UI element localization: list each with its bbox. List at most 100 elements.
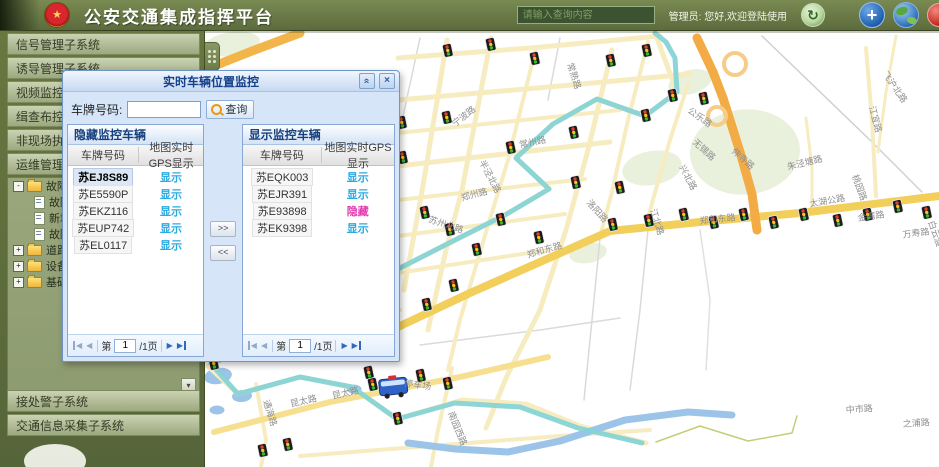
plate-value: 苏EK9398	[252, 219, 312, 237]
prev-page-icon[interactable]: ◀	[261, 341, 267, 350]
page-prefix: 第	[276, 338, 286, 353]
table-header: 车牌号码 地图实时GPS显示	[68, 145, 203, 166]
plate-value: 苏E5590P	[73, 185, 133, 203]
app-window: 宁波路常熟路常州路半泾北路郑州路洛阳路江北路郑和东路郑和东路苏州北路太湖公路朱泾…	[0, 0, 939, 467]
col-plate: 车牌号码	[243, 147, 322, 163]
last-page-icon[interactable]: ▶	[177, 341, 186, 350]
show-link[interactable]: 显示	[160, 206, 182, 218]
sidebar-bottom: 接处警子系统 交通信息采集子系统	[7, 390, 200, 438]
show-link[interactable]: 显示	[347, 172, 369, 184]
table-row[interactable]: 苏EUP742 显示	[68, 219, 203, 236]
table-row[interactable]: 苏EJ8S89 显示	[68, 168, 203, 185]
top-header: ★ 公安交通集成指挥平台 管理员: 您好,欢迎登陆使用 ↻ +	[0, 0, 939, 31]
plate-value: 苏EQK003	[251, 168, 314, 186]
header-actions: 管理员: 您好,欢迎登陆使用 ↻ +	[517, 0, 939, 30]
show-link[interactable]: 显示	[160, 172, 182, 184]
table-row[interactable]: 苏E93898 隐藏	[243, 202, 394, 219]
header-shade	[0, 0, 40, 30]
table-row[interactable]: 苏EL0117 显示	[68, 236, 203, 253]
plate-search-row: 车牌号码: 查询	[67, 96, 395, 122]
transfer-buttons: >> <<	[204, 124, 241, 357]
first-page-icon[interactable]: ◀	[248, 341, 257, 350]
query-button[interactable]: 查询	[206, 100, 254, 119]
pager: ◀ ◀ 第 /1页 ▶ ▶	[68, 334, 203, 356]
page-input[interactable]	[114, 339, 136, 353]
close-button[interactable]: ×	[379, 73, 395, 89]
plate-input[interactable]	[127, 101, 201, 118]
last-page-icon[interactable]: ▶	[352, 341, 361, 350]
plate-value: 苏EUP742	[72, 219, 134, 237]
folder-icon	[27, 245, 42, 256]
expand-box-icon[interactable]: +	[13, 277, 24, 288]
alert-icon[interactable]	[927, 3, 939, 27]
hidden-vehicles-panel: 隐藏监控车辆 车牌号码 地图实时GPS显示 苏EJ8S89 显示 苏E5590P…	[67, 124, 204, 357]
move-left-button[interactable]: <<	[210, 245, 236, 261]
table-row[interactable]: 苏EK9398 显示	[243, 219, 394, 236]
police-emblem-icon: ★	[44, 2, 70, 28]
show-link[interactable]: 显示	[160, 223, 182, 235]
panel-collapse-handle[interactable]	[205, 42, 220, 71]
plate-value: 苏EJ8S89	[73, 168, 133, 186]
star-icon: ★	[52, 10, 62, 21]
expand-box-icon[interactable]: +	[13, 245, 24, 256]
show-link[interactable]: 显示	[347, 223, 369, 235]
road-label: 中市路	[845, 402, 873, 415]
transfer-panels: 隐藏监控车辆 车牌号码 地图实时GPS显示 苏EJ8S89 显示 苏E5590P…	[67, 124, 395, 357]
query-button-label: 查询	[225, 101, 247, 117]
logo-blob	[24, 444, 86, 467]
eco-refresh-icon[interactable]: ↻	[801, 3, 825, 27]
header-search-input[interactable]	[517, 6, 655, 24]
folder-icon	[27, 181, 42, 192]
dialog-titlebar[interactable]: 实时车辆位置监控 » ×	[63, 71, 399, 92]
first-page-icon[interactable]: ◀	[73, 341, 82, 350]
table-rows: 苏EJ8S89 显示 苏E5590P 显示 苏EKZ116 显示 苏EUP7	[68, 166, 203, 334]
plate-value: 苏EL0117	[74, 236, 132, 254]
water-area	[210, 406, 225, 415]
hide-link[interactable]: 隐藏	[347, 206, 369, 218]
page-input[interactable]	[289, 339, 311, 353]
page-prefix: 第	[101, 338, 111, 353]
table-row[interactable]: 苏EJR391 显示	[243, 185, 394, 202]
show-link[interactable]: 显示	[160, 240, 182, 252]
road-label: 之浦路	[902, 416, 930, 429]
chevrons-up-icon: »	[362, 78, 372, 84]
sidebar-item-signal[interactable]: 信号管理子系统	[7, 33, 200, 55]
table-row[interactable]: 苏E5590P 显示	[68, 185, 203, 202]
plate-value: 苏EJR391	[252, 185, 312, 203]
move-right-button[interactable]: >>	[210, 221, 236, 237]
table-header: 车牌号码 地图实时GPS显示	[243, 145, 394, 166]
apps-grid-icon[interactable]	[833, 6, 851, 24]
table-row[interactable]: 苏EQK003 显示	[243, 168, 394, 185]
table-rows: 苏EQK003 显示 苏EJR391 显示 苏E93898 隐藏 苏EK93	[243, 166, 394, 334]
sidebar-item-alarm[interactable]: 接处警子系统	[7, 390, 200, 412]
earth-icon[interactable]	[893, 2, 919, 28]
page-suffix: /1页	[314, 338, 332, 353]
folder-icon	[27, 261, 42, 272]
collapse-button[interactable]: »	[359, 73, 375, 89]
dialog-title: 实时车辆位置监控	[63, 73, 359, 90]
shown-vehicles-panel: 显示监控车辆 车牌号码 地图实时GPS显示 苏EQK003 显示 苏EJR391…	[242, 124, 395, 357]
folder-icon	[27, 277, 42, 288]
plate-value: 苏E93898	[253, 202, 312, 220]
col-plate: 车牌号码	[68, 147, 139, 163]
page-icon	[34, 212, 45, 225]
pager: ◀ ◀ 第 /1页 ▶ ▶	[243, 334, 394, 356]
page-icon	[34, 196, 45, 209]
welcome-text: 管理员: 您好,欢迎登陆使用	[669, 8, 787, 23]
magnifier-icon	[211, 104, 222, 115]
next-page-icon[interactable]: ▶	[167, 341, 173, 350]
expand-box-icon[interactable]: +	[13, 261, 24, 272]
prev-page-icon[interactable]: ◀	[86, 341, 92, 350]
show-link[interactable]: 显示	[160, 189, 182, 201]
collapse-box-icon[interactable]: -	[13, 181, 24, 192]
show-link[interactable]: 显示	[347, 189, 369, 201]
page-icon	[34, 228, 45, 241]
dialog-body: 车牌号码: 查询 隐藏监控车辆 车牌号码 地图实时GPS显示 苏EJ	[63, 92, 399, 361]
sidebar-item-traffic-info[interactable]: 交通信息采集子系统	[7, 414, 200, 436]
next-page-icon[interactable]: ▶	[341, 341, 347, 350]
table-row[interactable]: 苏EKZ116 显示	[68, 202, 203, 219]
zoom-add-icon[interactable]: +	[859, 2, 885, 28]
plate-label: 车牌号码:	[71, 101, 122, 118]
app-title: 公安交通集成指挥平台	[84, 3, 274, 28]
plate-value: 苏EKZ116	[73, 202, 133, 220]
